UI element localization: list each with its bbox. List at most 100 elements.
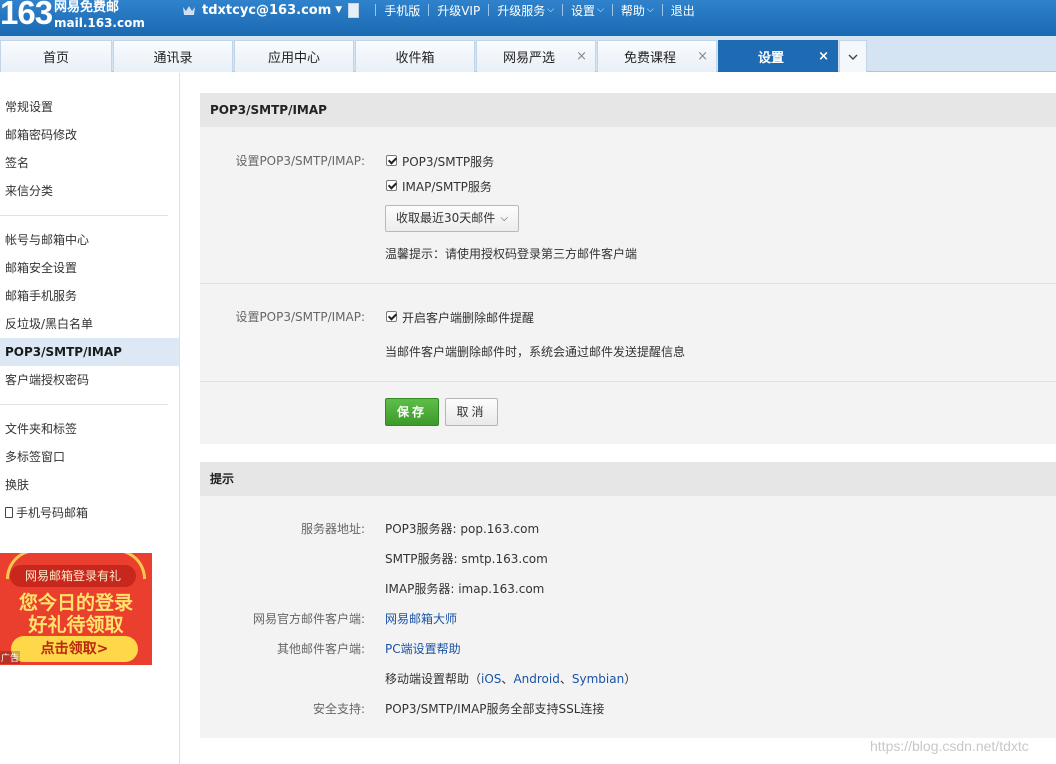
mobile-help-suffix: ）: [624, 672, 637, 686]
android-help-link[interactable]: Android: [513, 672, 559, 686]
tab-yanxuan[interactable]: 网易严选 ×: [476, 40, 596, 72]
security-label: 安全支持:: [312, 702, 365, 716]
sidebar-item-label: 手机号码邮箱: [16, 506, 89, 520]
ad-claim-button[interactable]: 点击领取>: [11, 636, 138, 662]
delete-alert-label[interactable]: 开启客户端删除邮件提醒: [402, 309, 534, 326]
separator: 、: [501, 672, 514, 686]
official-client-link[interactable]: 网易邮箱大师: [385, 610, 457, 627]
logo-domain: mail.163.com: [54, 16, 145, 30]
sidebar-item-auth-code[interactable]: 客户端授权密码: [0, 366, 179, 394]
pop3-settings-panel: POP3/SMTP/IMAP 设置POP3/SMTP/IMAP: POP3/SM…: [200, 93, 1056, 444]
chevron-down-icon: ⌵: [646, 5, 654, 15]
top-bar: 163 网易免费邮 mail.163.com tdxtcyc@163.com ▼…: [0, 0, 1056, 36]
delete-alert-setting-label: 设置POP3/SMTP/IMAP:: [235, 310, 365, 324]
sidebar-item-mobile-mailbox[interactable]: 手机号码邮箱: [0, 499, 179, 527]
divider: [0, 215, 168, 216]
tab-label: 应用中心: [267, 51, 320, 66]
divider: [0, 404, 168, 405]
pop3-service-label[interactable]: POP3/SMTP服务: [402, 153, 494, 170]
ios-help-link[interactable]: iOS: [481, 672, 501, 686]
tab-label: 首页: [42, 51, 69, 66]
sidebar-item-phone-service[interactable]: 邮箱手机服务: [0, 282, 179, 310]
tips-panel: 提示 服务器地址: POP3服务器: pop.163.com SMTP服务器: …: [200, 462, 1056, 738]
tab-settings[interactable]: 设置 ×: [718, 40, 838, 72]
sidebar-item-signature[interactable]: 签名: [0, 149, 179, 177]
chevron-down-icon: ⌵: [597, 5, 604, 15]
pc-help-link[interactable]: PC端设置帮助: [385, 640, 461, 657]
logo-163[interactable]: 163: [0, 0, 53, 32]
chevron-down-icon: [848, 54, 858, 60]
sidebar-item-pop3[interactable]: POP3/SMTP/IMAP: [0, 338, 179, 366]
select-value: 收取最近30天邮件: [396, 211, 496, 225]
link-upgrade-vip[interactable]: 升级VIP: [437, 2, 480, 19]
security-text: POP3/SMTP/IMAP服务全部支持SSL连接: [385, 702, 605, 716]
divider: [661, 4, 663, 16]
link-upgrade-service[interactable]: 升级服务: [497, 2, 545, 19]
cancel-button[interactable]: 取消: [445, 398, 498, 426]
mobile-help: 移动端设置帮助（iOS、Android、Symbian）: [385, 670, 636, 687]
separator: 、: [559, 672, 572, 686]
chevron-down-icon: ⌵: [500, 213, 508, 224]
sidebar-item-security[interactable]: 邮箱安全设置: [0, 254, 179, 282]
sidebar-item-multitab[interactable]: 多标签窗口: [0, 443, 179, 471]
auth-code-tip: 温馨提示：请使用授权码登录第三方邮件客户端: [385, 247, 638, 261]
tab-contacts[interactable]: 通讯录: [113, 40, 233, 72]
close-icon[interactable]: ×: [818, 49, 829, 64]
tab-inbox[interactable]: 收件箱: [355, 40, 475, 72]
sidebar-item-password[interactable]: 邮箱密码修改: [0, 121, 179, 149]
sidebar-item-folders[interactable]: 文件夹和标签: [0, 415, 179, 443]
tab-bar: 首页 通讯录 应用中心 收件箱 网易严选 × 免费课程 × 设置 ×: [0, 36, 1056, 72]
tab-home[interactable]: 首页: [0, 40, 112, 72]
divider: [428, 4, 430, 16]
logo-name: 网易免费邮: [54, 0, 120, 15]
smtp-server: SMTP服务器: smtp.163.com: [385, 552, 548, 566]
sidebar-item-skin[interactable]: 换肤: [0, 471, 179, 499]
sidebar-item-filters[interactable]: 来信分类: [0, 177, 179, 205]
divider: [562, 4, 564, 16]
save-button[interactable]: 保存: [385, 398, 439, 426]
server-address-label: 服务器地址:: [300, 522, 365, 536]
sidebar-item-antispam[interactable]: 反垃圾/黑白名单: [0, 310, 179, 338]
tab-label: 收件箱: [395, 51, 435, 66]
crown-icon: [182, 3, 198, 17]
tab-label: 设置: [757, 51, 784, 66]
tab-app-center[interactable]: 应用中心: [234, 40, 354, 72]
divider: [200, 283, 1056, 284]
divider: [611, 4, 613, 16]
account-name[interactable]: tdxtcyc@163.com: [202, 3, 331, 18]
delete-alert-description: 当邮件客户端删除邮件时，系统会通过邮件发送提醒信息: [385, 345, 686, 359]
close-icon[interactable]: ×: [697, 49, 708, 64]
mobile-icon: [5, 507, 13, 518]
ad-tag: 广告: [0, 651, 21, 664]
pop3-setting-label: 设置POP3/SMTP/IMAP:: [235, 154, 365, 168]
section-title: POP3/SMTP/IMAP: [200, 93, 1056, 127]
link-logout[interactable]: 退出: [671, 2, 695, 19]
link-help[interactable]: 帮助: [621, 2, 645, 19]
fetch-range-select[interactable]: 收取最近30天邮件 ⌵: [385, 205, 519, 232]
delete-alert-checkbox[interactable]: [386, 311, 397, 322]
login-reward-ad[interactable]: 网易邮箱登录有礼 您今日的登录 好礼待领取 点击领取> 广告: [0, 553, 152, 665]
chevron-down-icon: ⌵: [547, 5, 555, 15]
tab-label: 免费课程: [623, 51, 676, 66]
close-icon[interactable]: ×: [576, 49, 587, 64]
tab-more-button[interactable]: [839, 40, 867, 72]
link-settings[interactable]: 设置: [571, 2, 595, 19]
tab-free-course[interactable]: 免费课程 ×: [597, 40, 717, 72]
imap-service-label[interactable]: IMAP/SMTP服务: [402, 178, 492, 195]
pop3-service-checkbox[interactable]: [386, 155, 397, 166]
imap-service-checkbox[interactable]: [386, 180, 397, 191]
ad-subheadline: 好礼待领取: [28, 614, 124, 636]
tab-label: 网易严选: [502, 51, 555, 66]
divider: [375, 4, 377, 16]
account-dropdown-icon[interactable]: ▼: [335, 5, 342, 15]
other-client-label: 其他邮件客户端:: [276, 642, 365, 656]
sidebar-item-general[interactable]: 常规设置: [0, 93, 179, 121]
sidebar-item-account-center[interactable]: 帐号与邮箱中心: [0, 226, 179, 254]
qr-phone-icon[interactable]: [348, 2, 360, 18]
divider: [200, 381, 1056, 382]
symbian-help-link[interactable]: Symbian: [572, 672, 624, 686]
tab-label: 通讯录: [153, 51, 193, 66]
section-title: 提示: [200, 462, 1056, 496]
link-mobile[interactable]: 手机版: [384, 2, 420, 19]
ad-ribbon: 网易邮箱登录有礼: [10, 565, 136, 587]
